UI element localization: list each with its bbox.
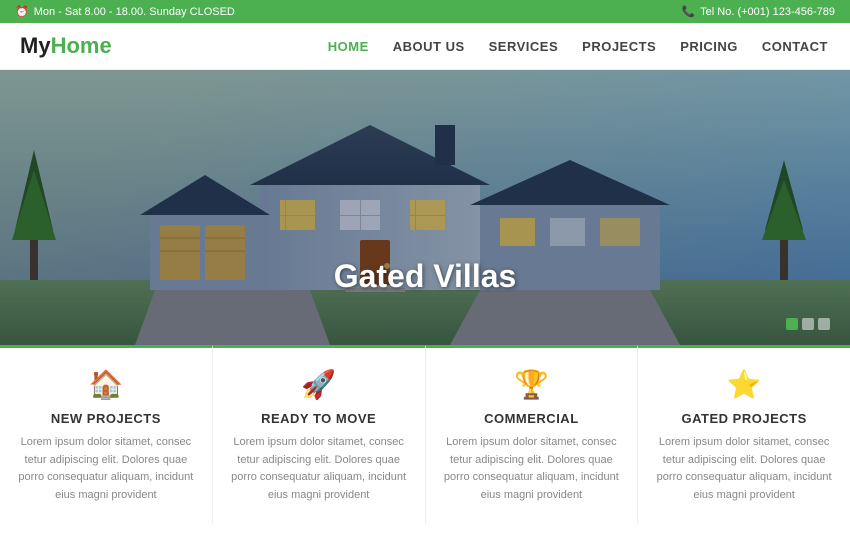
card-icon-1: 🚀 [228,368,410,401]
card-icon-0: 🏠 [15,368,197,401]
card-title-2: COMMERCIAL [441,411,623,426]
header: MyHome HOME ABOUT US SERVICES PROJECTS P… [0,23,850,70]
card-gated-projects: ⭐ GATED PROJECTS Lorem ipsum dolor sitam… [638,345,850,524]
card-title-3: GATED PROJECTS [653,411,835,426]
card-title-0: NEW PROJECTS [15,411,197,426]
slider-dots[interactable] [786,318,830,330]
feature-cards: 🏠 NEW PROJECTS Lorem ipsum dolor sitamet… [0,345,850,524]
card-commercial: 🏆 COMMERCIAL Lorem ipsum dolor sitamet, … [426,345,639,524]
card-icon-3: ⭐ [653,368,835,401]
card-new-projects: 🏠 NEW PROJECTS Lorem ipsum dolor sitamet… [0,345,213,524]
clock-icon: ⏰ [15,5,29,18]
nav-home[interactable]: HOME [326,34,371,59]
card-text-1: Lorem ipsum dolor sitamet, consec tetur … [228,434,410,504]
nav-pricing[interactable]: PRICING [678,34,740,59]
phone-info: 📞 Tel No. (+001) 123-456-789 [681,5,835,18]
dot-1[interactable] [802,318,814,330]
card-text-2: Lorem ipsum dolor sitamet, consec tetur … [441,434,623,504]
logo-home: Home [51,33,112,58]
card-text-3: Lorem ipsum dolor sitamet, consec tetur … [653,434,835,504]
card-ready-to-move: 🚀 READY TO MOVE Lorem ipsum dolor sitame… [213,345,426,524]
card-text-0: Lorem ipsum dolor sitamet, consec tetur … [15,434,197,504]
nav-services[interactable]: SERVICES [487,34,561,59]
dot-2[interactable] [818,318,830,330]
card-icon-2: 🏆 [441,368,623,401]
logo[interactable]: MyHome [20,33,112,59]
hero-section: Gated Villas [0,70,850,345]
dot-active[interactable] [786,318,798,330]
logo-my: My [20,33,51,58]
card-title-1: READY TO MOVE [228,411,410,426]
hero-background [0,70,850,345]
business-hours: ⏰ Mon - Sat 8.00 - 18.00. Sunday CLOSED [15,5,235,18]
top-bar: ⏰ Mon - Sat 8.00 - 18.00. Sunday CLOSED … [0,0,850,23]
hero-title: Gated Villas [334,258,517,295]
nav-about[interactable]: ABOUT US [391,34,467,59]
nav-projects[interactable]: PROJECTS [580,34,658,59]
main-nav: HOME ABOUT US SERVICES PROJECTS PRICING … [326,34,830,59]
nav-contact[interactable]: CONTACT [760,34,830,59]
phone-icon: 📞 [681,5,695,18]
